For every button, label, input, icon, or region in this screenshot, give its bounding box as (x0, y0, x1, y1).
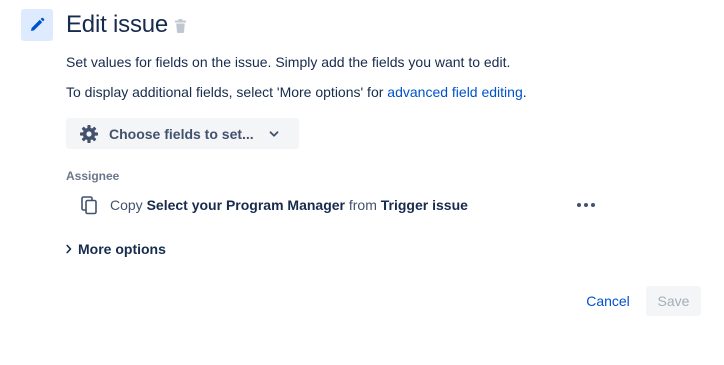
description-text: Set values for fields on the issue. Simp… (66, 54, 511, 70)
trash-icon[interactable] (174, 19, 187, 33)
more-icon[interactable] (574, 195, 598, 215)
more-options-label: More options (78, 241, 166, 257)
cancel-button[interactable]: Cancel (579, 286, 637, 316)
page-title: Edit issue (66, 11, 169, 38)
copy-icon (80, 195, 99, 215)
copy-word: Copy (110, 197, 143, 213)
save-button[interactable]: Save (646, 286, 701, 316)
choose-fields-label: Choose fields to set... (109, 125, 254, 142)
assignee-field-value[interactable]: Copy Select your Program Manager from Tr… (80, 193, 468, 217)
from-word: from (348, 197, 377, 213)
advanced-field-editing-link[interactable]: advanced field editing (387, 84, 522, 100)
more-options-toggle[interactable]: More options (66, 239, 166, 259)
edit-issue-panel: Edit issue Set values for fields on the … (0, 0, 724, 365)
source-field-name: Select your Program Manager (146, 197, 345, 213)
assignee-field-label: Assignee (66, 169, 120, 183)
pencil-icon (21, 9, 53, 41)
source-issue-name: Trigger issue (380, 197, 468, 213)
description-advanced-hint: To display additional fields, select 'Mo… (66, 82, 527, 102)
chevron-down-icon (268, 128, 280, 140)
gear-icon (79, 124, 99, 144)
advanced-hint-suffix: . (522, 84, 527, 100)
choose-fields-button[interactable]: Choose fields to set... (66, 118, 299, 149)
chevron-right-icon (66, 244, 72, 254)
advanced-hint-prefix: To display additional fields, select 'Mo… (66, 84, 388, 100)
